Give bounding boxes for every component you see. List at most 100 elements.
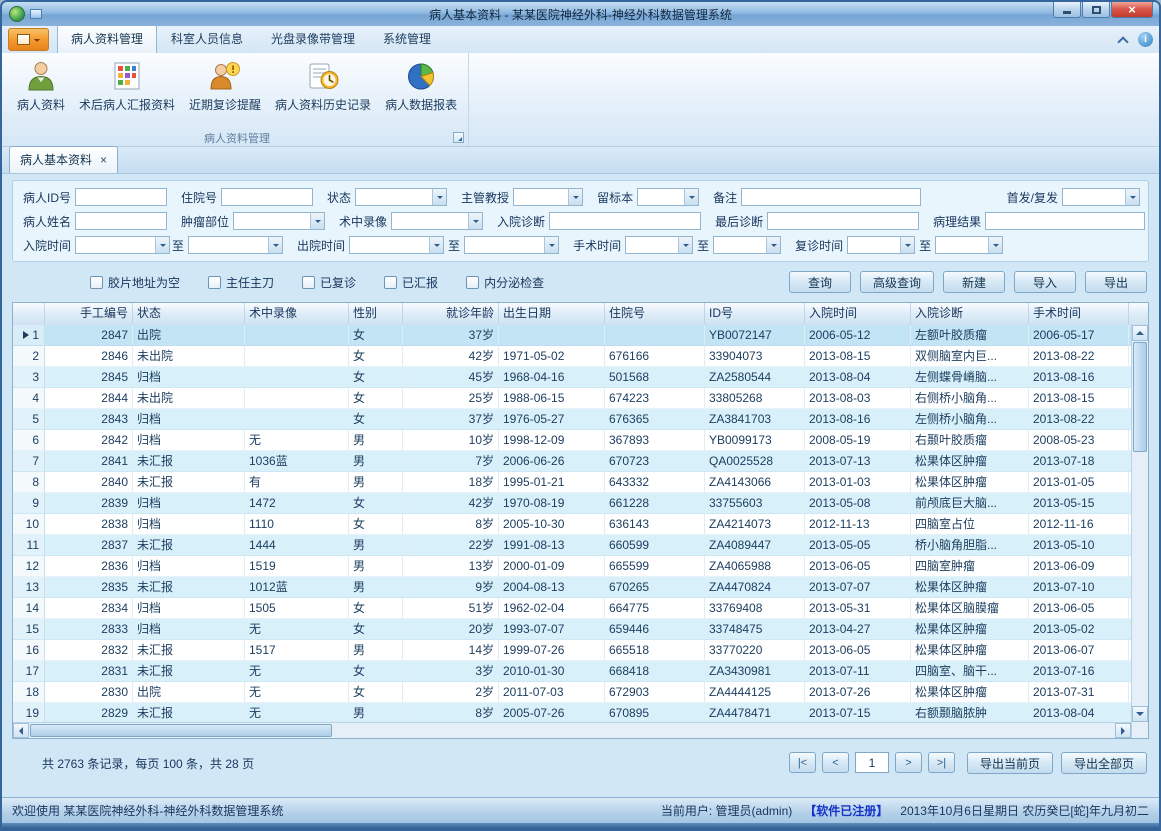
table-row[interactable]: 102838归档1110女8岁2005-10-30636143ZA4214073… [13, 514, 1131, 535]
patient-id-input[interactable] [75, 188, 167, 206]
scroll-up-icon[interactable] [1132, 325, 1148, 341]
app-menu-button[interactable] [8, 28, 49, 51]
table-row[interactable]: 122836归档1519男13岁2000-01-09665599ZA406598… [13, 556, 1131, 577]
postop-report-button[interactable]: 术后病人汇报资料 [72, 56, 182, 129]
patient-data-button[interactable]: 病人资料 [10, 56, 72, 129]
first-or-recurrence-select[interactable] [1062, 188, 1140, 206]
admission-date-range-to[interactable] [188, 236, 283, 254]
film-address-empty-checkbox[interactable]: 胶片地址为空 [90, 274, 180, 291]
table-row[interactable]: 22846未出院女42岁1971-05-02676166339040732013… [13, 346, 1131, 367]
chevron-down-icon[interactable] [766, 237, 780, 253]
chevron-down-icon[interactable] [900, 237, 914, 253]
vertical-scrollbar[interactable] [1131, 325, 1148, 722]
table-row[interactable]: 182830出院无女2岁2011-07-03672903ZA4444125201… [13, 682, 1131, 703]
export-button[interactable]: 导出 [1085, 271, 1147, 293]
intraop-video-select[interactable] [391, 212, 483, 230]
info-icon[interactable] [1138, 32, 1153, 47]
table-row[interactable]: 42844未出院女25岁1988-06-15674223338052682013… [13, 388, 1131, 409]
export-current-page-button[interactable]: 导出当前页 [967, 752, 1053, 774]
chevron-down-icon[interactable] [544, 237, 558, 253]
checkbox-box[interactable] [302, 276, 315, 289]
column-header-2[interactable]: 状态 [133, 303, 245, 325]
query-button[interactable]: 查询 [789, 271, 851, 293]
patient-report-button[interactable]: 病人数据报表 [378, 56, 464, 129]
import-button[interactable]: 导入 [1014, 271, 1076, 293]
column-header-1[interactable]: 手工编号 [45, 303, 133, 325]
surgery-date-range-to[interactable] [713, 236, 781, 254]
discharge-date-range-to[interactable] [464, 236, 559, 254]
admission-diagnosis-input[interactable] [549, 212, 701, 230]
table-row[interactable]: 112837未汇报1444男22岁1991-08-13660599ZA40894… [13, 535, 1131, 556]
chevron-down-icon[interactable] [310, 213, 324, 229]
first-page-button[interactable]: |< [789, 752, 816, 773]
chevron-down-icon[interactable] [155, 237, 169, 253]
close-button[interactable]: × [1111, 2, 1153, 18]
table-row[interactable]: 152833归档无女20岁1993-07-0765944633748475201… [13, 619, 1131, 640]
revisit-date-range-to[interactable] [935, 236, 1003, 254]
checkbox-box[interactable] [384, 276, 397, 289]
horizontal-scrollbar[interactable] [13, 722, 1131, 738]
column-header-4[interactable]: 性别 [349, 303, 403, 325]
table-row[interactable]: 172831未汇报无女3岁2010-01-30668418ZA343098120… [13, 661, 1131, 682]
tumor-site-select[interactable] [233, 212, 325, 230]
specimen-kept-select[interactable] [637, 188, 699, 206]
column-header-3[interactable]: 术中录像 [245, 303, 349, 325]
chevron-down-icon[interactable] [268, 237, 282, 253]
admission-date-range-from[interactable] [75, 236, 170, 254]
chevron-down-icon[interactable] [678, 237, 692, 253]
remarks-input[interactable] [741, 188, 921, 206]
dialog-launcher-icon[interactable] [453, 132, 464, 143]
ribbon-tab-4[interactable]: 系统管理 [369, 24, 445, 53]
revisit-reminder-button[interactable]: 近期复诊提醒 [182, 56, 268, 129]
supervising-professor-select[interactable] [513, 188, 583, 206]
vertical-scroll-thumb[interactable] [1133, 342, 1147, 452]
chevron-down-icon[interactable] [432, 189, 446, 205]
table-row[interactable]: 162832未汇报1517男14岁1999-07-266655183377022… [13, 640, 1131, 661]
column-header-10[interactable]: 入院诊断 [911, 303, 1029, 325]
collapse-ribbon-button[interactable] [1116, 34, 1130, 46]
chevron-down-icon[interactable] [988, 237, 1002, 253]
ribbon-tab-3[interactable]: 光盘录像带管理 [257, 24, 369, 53]
table-row[interactable]: 12847出院女37岁YB00721472006-05-12左额叶胶质瘤2006… [13, 325, 1131, 346]
column-header-11[interactable]: 手术时间 [1029, 303, 1129, 325]
next-page-button[interactable]: > [895, 752, 922, 773]
discharge-date-range-from[interactable] [349, 236, 444, 254]
table-row[interactable]: 72841未汇报1036蓝男7岁2006-06-26670723QA002552… [13, 451, 1131, 472]
new-button[interactable]: 新建 [943, 271, 1005, 293]
surgery-date-range-from[interactable] [625, 236, 693, 254]
ribbon-tab-1[interactable]: 病人资料管理 [57, 24, 157, 53]
tab-close-icon[interactable]: × [100, 154, 107, 166]
column-header-5[interactable]: 就诊年龄 [403, 303, 499, 325]
table-row[interactable]: 132835未汇报1012蓝男9岁2004-08-13670265ZA44708… [13, 577, 1131, 598]
table-row[interactable]: 32845归档女45岁1968-04-16501568ZA25805442013… [13, 367, 1131, 388]
table-row[interactable]: 62842归档无男10岁1998-12-09367893YB0099173200… [13, 430, 1131, 451]
final-diagnosis-input[interactable] [767, 212, 919, 230]
page-number-input[interactable] [855, 752, 889, 773]
tab-patient-basic-info[interactable]: 病人基本资料 × [9, 146, 118, 173]
scroll-left-icon[interactable] [13, 723, 29, 738]
scroll-right-icon[interactable] [1115, 723, 1131, 738]
chief-surgeon-checkbox[interactable]: 主任主刀 [208, 274, 274, 291]
revisited-checkbox[interactable]: 已复诊 [302, 274, 356, 291]
checkbox-box[interactable] [90, 276, 103, 289]
patient-name-input[interactable] [75, 212, 167, 230]
maximize-button[interactable] [1082, 2, 1110, 18]
admission-number-input[interactable] [221, 188, 313, 206]
ribbon-tab-2[interactable]: 科室人员信息 [157, 24, 257, 53]
advanced-query-button[interactable]: 高级查询 [860, 271, 934, 293]
table-row[interactable]: 192829未汇报无男8岁2005-07-26670895ZA447847120… [13, 703, 1131, 722]
quick-access-icon[interactable] [30, 9, 42, 19]
export-all-pages-button[interactable]: 导出全部页 [1061, 752, 1147, 774]
pathology-result-input[interactable] [985, 212, 1145, 230]
column-header-9[interactable]: 入院时间 [805, 303, 911, 325]
checkbox-box[interactable] [466, 276, 479, 289]
chevron-down-icon[interactable] [684, 189, 698, 205]
horizontal-scroll-thumb[interactable] [30, 724, 332, 737]
chevron-down-icon[interactable] [1125, 189, 1139, 205]
reported-checkbox[interactable]: 已汇报 [384, 274, 438, 291]
checkbox-box[interactable] [208, 276, 221, 289]
row-indicator-header[interactable] [13, 303, 45, 325]
column-header-7[interactable]: 住院号 [605, 303, 705, 325]
chevron-down-icon[interactable] [568, 189, 582, 205]
column-header-6[interactable]: 出生日期 [499, 303, 605, 325]
